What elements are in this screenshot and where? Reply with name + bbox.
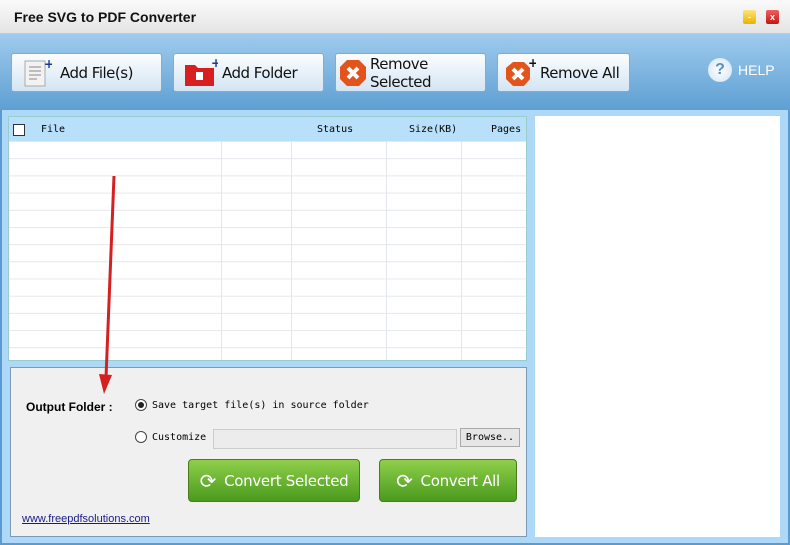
annotation-arrow [99,175,116,394]
